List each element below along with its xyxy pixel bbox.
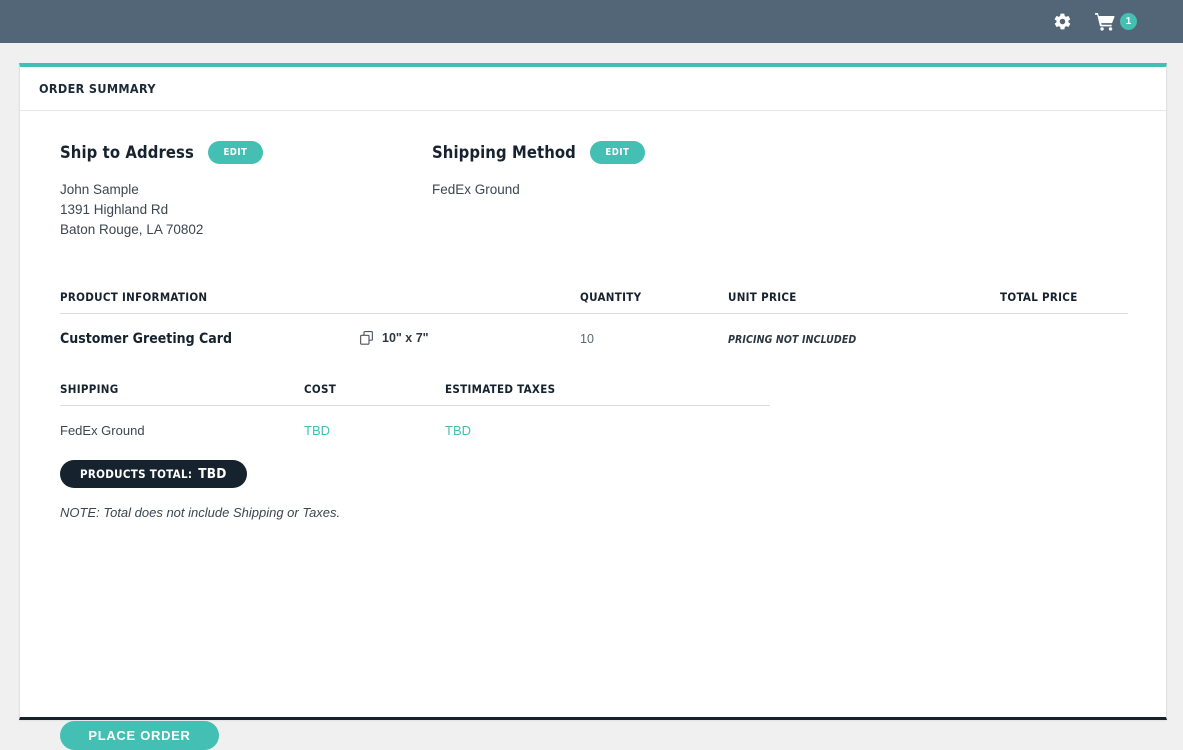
product-size-group: 10" x 7" (360, 331, 580, 345)
totals-note: NOTE: Total does not include Shipping or… (60, 505, 341, 520)
copy-icon (360, 331, 373, 345)
shipping-cost-value: TBD (304, 423, 330, 438)
shipping-method-title: Shipping Method (432, 143, 576, 162)
estimated-taxes-value-row: TBD (445, 406, 770, 438)
cell-product-name: Customer Greeting Card (60, 314, 360, 347)
topbar-icon-group: 1 (1053, 12, 1137, 31)
th-size (360, 290, 580, 314)
products-total-label: PRODUCTS TOTAL: (80, 467, 193, 481)
products-total-value: TBD (198, 466, 227, 482)
order-summary-card: ORDER SUMMARY Ship to Address EDIT John … (19, 63, 1167, 750)
shipping-method-value: FedEx Ground (432, 182, 520, 197)
shopping-cart-icon (1095, 13, 1115, 31)
shipping-carrier-value: FedEx Ground (60, 423, 145, 438)
th-estimated-taxes: ESTIMATED TAXES (445, 382, 556, 396)
edit-shipping-method-button[interactable]: EDIT (589, 141, 645, 164)
ship-to-city-state-zip: Baton Rouge, LA 70802 (60, 222, 204, 237)
card-body: Ship to Address EDIT John Sample 1391 Hi… (20, 111, 1166, 750)
place-order-button[interactable]: PLACE ORDER (60, 721, 219, 750)
shipping-cost-header-row: SHIPPING COST (60, 382, 445, 406)
summary-blocks-row: Ship to Address EDIT John Sample 1391 Hi… (60, 141, 1126, 240)
shipping-cost-group: SHIPPING COST FedEx Ground TBD (60, 382, 445, 438)
ship-to-address-header: Ship to Address EDIT (60, 141, 432, 164)
cell-unit-price: PRICING NOT INCLUDED (728, 314, 1000, 348)
product-name: Customer Greeting Card (60, 331, 232, 347)
gear-icon (1054, 13, 1071, 30)
product-information-table: PRODUCT INFORMATION QUANTITY UNIT PRICE … (60, 290, 1128, 347)
edit-ship-to-address-button[interactable]: EDIT (207, 141, 263, 164)
estimated-taxes-value: TBD (445, 423, 471, 438)
cell-product-size: 10" x 7" (360, 314, 580, 348)
settings-button[interactable] (1053, 12, 1072, 31)
ship-to-address-block: Ship to Address EDIT John Sample 1391 Hi… (60, 141, 432, 240)
cart-button[interactable]: 1 (1094, 12, 1137, 31)
ship-to-street: 1391 Highland Rd (60, 202, 169, 217)
th-total-price: TOTAL PRICE (1000, 290, 1128, 314)
estimated-taxes-group: ESTIMATED TAXES TBD (445, 382, 770, 438)
cell-quantity: 10 (580, 314, 728, 348)
shipping-and-taxes-section: SHIPPING COST FedEx Ground TBD ESTIMATED… (60, 382, 1126, 438)
page-title: ORDER SUMMARY (39, 81, 156, 96)
ship-to-address-title: Ship to Address (60, 143, 194, 162)
shipping-cost-value-row: FedEx Ground TBD (60, 406, 445, 438)
table-row: Customer Greeting Card 10" x 7" 10 PRICI… (60, 314, 1128, 348)
th-shipping: SHIPPING (60, 382, 119, 396)
ship-to-name: John Sample (60, 182, 139, 197)
product-table-head: PRODUCT INFORMATION QUANTITY UNIT PRICE … (60, 290, 1128, 314)
product-size-label: 10" x 7" (382, 331, 429, 345)
product-quantity: 10 (580, 332, 594, 346)
products-total-badge: PRODUCTS TOTAL: TBD (60, 460, 247, 488)
th-quantity: QUANTITY (580, 290, 728, 314)
shipping-method-header: Shipping Method EDIT (432, 141, 832, 164)
product-unit-price: PRICING NOT INCLUDED (728, 334, 857, 346)
shipping-method-block: Shipping Method EDIT FedEx Ground (432, 141, 832, 240)
cell-total-price (1000, 314, 1128, 348)
top-app-bar: 1 (0, 0, 1183, 43)
cart-count-badge: 1 (1120, 13, 1137, 30)
th-product-information: PRODUCT INFORMATION (60, 290, 360, 314)
card-header: ORDER SUMMARY (20, 67, 1166, 111)
th-unit-price: UNIT PRICE (728, 290, 1000, 314)
estimated-taxes-header-row: ESTIMATED TAXES (445, 382, 770, 406)
product-table-body: Customer Greeting Card 10" x 7" 10 PRICI… (60, 314, 1128, 348)
product-table-header-row: PRODUCT INFORMATION QUANTITY UNIT PRICE … (60, 290, 1128, 314)
th-cost: COST (304, 382, 337, 396)
